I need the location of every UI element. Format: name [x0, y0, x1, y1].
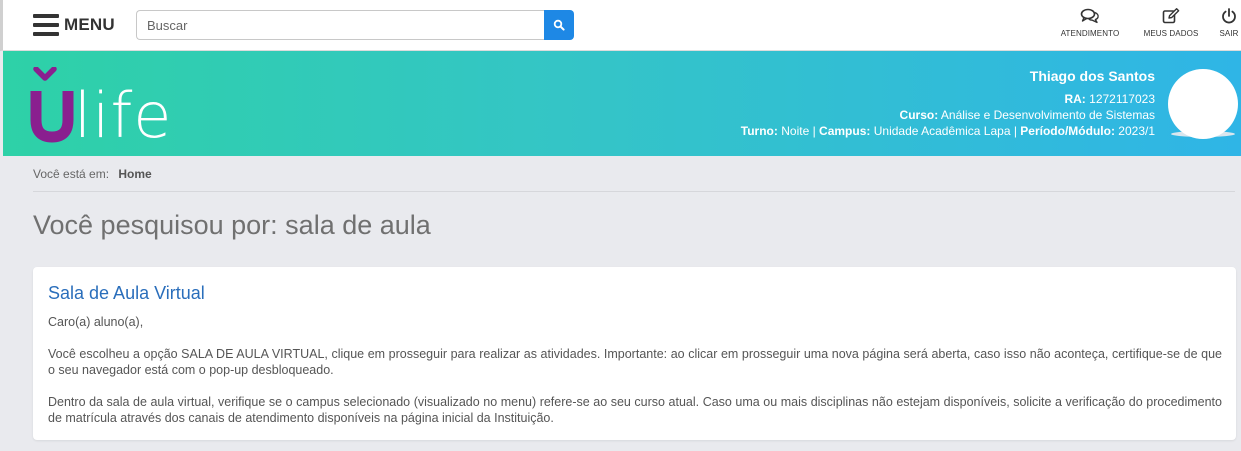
power-icon [1222, 8, 1236, 24]
hamburger-icon [33, 14, 59, 36]
atendimento-label: ATENDIMENTO [1060, 29, 1120, 38]
search-button[interactable] [544, 10, 574, 40]
curso-label: Curso: [899, 108, 939, 122]
ra-value: 1272117023 [1089, 92, 1155, 106]
campus-label: Campus: [819, 124, 871, 138]
periodo-value: 2023/1 [1118, 124, 1155, 138]
breadcrumb-home[interactable]: Home [118, 167, 151, 181]
ra-label: RA: [1064, 92, 1086, 106]
breadcrumb: Você está em: Home [33, 167, 152, 181]
divider [33, 191, 1235, 192]
result-body: Caro(a) aluno(a), Você escolheu a opção … [48, 314, 1222, 442]
search-input[interactable] [136, 10, 544, 40]
avatar[interactable] [1168, 69, 1238, 139]
top-bar: MENU ATENDIMENTO MEUS DADOS [0, 0, 1241, 51]
turno-label: Turno: [740, 124, 778, 138]
meus-dados-button[interactable]: MEUS DADOS [1142, 8, 1200, 44]
top-actions: ATENDIMENTO MEUS DADOS SAIR [1058, 8, 1241, 44]
meus-dados-label: MEUS DADOS [1143, 29, 1199, 38]
breadcrumb-prefix: Você está em: [33, 167, 110, 181]
user-info: Thiago dos Santos RA: 1272117023 Curso: … [741, 67, 1155, 139]
user-name: Thiago dos Santos [1029, 68, 1155, 84]
result-title-link[interactable]: Sala de Aula Virtual [48, 283, 205, 304]
header-banner: life Thiago dos Santos RA: 1272117023 Cu… [3, 51, 1241, 156]
campus-value: Unidade Acadêmica Lapa [873, 124, 1011, 138]
search-result-card: Sala de Aula Virtual Caro(a) aluno(a), V… [33, 267, 1236, 440]
result-paragraph: Dentro da sala de aula virtual, verifiqu… [48, 395, 1222, 425]
chat-icon [1080, 8, 1099, 24]
menu-button[interactable]: MENU [33, 12, 115, 38]
user-ra: RA: 1272117023 [741, 91, 1155, 107]
result-paragraph: Caro(a) aluno(a), [48, 315, 144, 329]
user-turno-campus-periodo: Turno: Noite | Campus: Unidade Acadêmica… [740, 124, 1155, 138]
svg-text:life: life [74, 79, 172, 145]
edit-icon [1162, 8, 1180, 24]
result-paragraph: Você escolheu a opção SALA DE AULA VIRTU… [48, 347, 1222, 377]
user-curso: Curso: Análise e Desenvolvimento de Sist… [741, 107, 1155, 123]
ulife-logo[interactable]: life [30, 67, 190, 145]
search-box [136, 10, 574, 40]
sair-button[interactable]: SAIR [1217, 8, 1241, 44]
curso-value: Análise e Desenvolvimento de Sistemas [940, 108, 1155, 122]
page-title: Você pesquisou por: sala de aula [33, 210, 431, 240]
sair-label: SAIR [1219, 29, 1239, 38]
search-icon [553, 19, 565, 31]
turno-value: Noite [781, 124, 810, 138]
menu-label: MENU [64, 15, 115, 34]
periodo-label: Período/Módulo: [1020, 124, 1115, 138]
atendimento-button[interactable]: ATENDIMENTO [1058, 8, 1122, 44]
